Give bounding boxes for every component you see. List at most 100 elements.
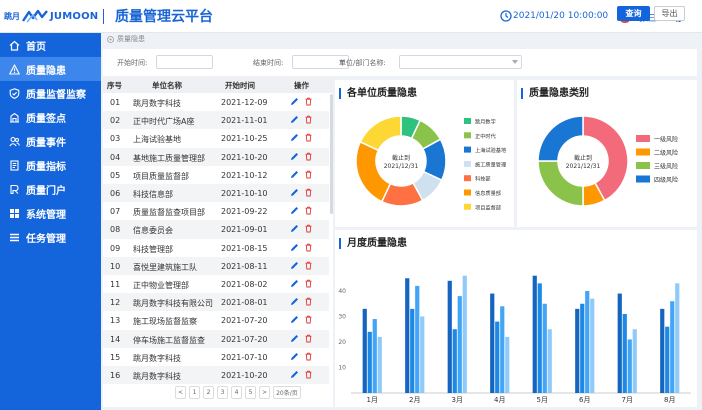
bar[interactable] bbox=[462, 275, 467, 393]
page-button[interactable]: 5 bbox=[245, 386, 257, 399]
bar[interactable] bbox=[665, 326, 670, 393]
bar[interactable] bbox=[537, 283, 542, 393]
bar[interactable] bbox=[505, 336, 510, 393]
donut-slice[interactable] bbox=[355, 140, 392, 203]
bar[interactable] bbox=[367, 331, 372, 393]
bar[interactable] bbox=[632, 329, 637, 393]
table-row[interactable]: 15 跳月数字科技 2021-07-10 bbox=[103, 348, 329, 366]
bar[interactable] bbox=[542, 303, 547, 393]
query-button[interactable]: 查询 bbox=[617, 6, 650, 21]
sidebar-item-supervision[interactable]: 质量监督监察 bbox=[0, 81, 101, 105]
edit-icon[interactable] bbox=[290, 334, 299, 343]
bar[interactable] bbox=[580, 303, 585, 393]
legend-label[interactable]: 信息质量部 bbox=[475, 189, 501, 197]
trash-icon[interactable] bbox=[304, 115, 313, 124]
table-row[interactable]: 13 施工现场监督监察 2021-07-20 bbox=[103, 311, 329, 329]
legend-label[interactable]: 三级风险 bbox=[654, 163, 678, 171]
trash-icon[interactable] bbox=[304, 334, 313, 343]
bar[interactable] bbox=[372, 319, 377, 393]
sidebar-item-tasks[interactable]: 任务管理 bbox=[0, 225, 101, 249]
page-button[interactable]: > bbox=[259, 386, 271, 399]
trash-icon[interactable] bbox=[304, 224, 313, 233]
edit-icon[interactable] bbox=[290, 188, 299, 197]
table-row[interactable]: 03 上海试验基地 2021-10-25 bbox=[103, 129, 329, 147]
bar[interactable] bbox=[590, 298, 595, 393]
trash-icon[interactable] bbox=[304, 279, 313, 288]
legend-label[interactable]: 上海试验基地 bbox=[475, 146, 506, 154]
bar[interactable] bbox=[585, 291, 590, 393]
legend-label[interactable]: 跳月数字 bbox=[475, 118, 496, 126]
sidebar-item-indicators[interactable]: 质量指标 bbox=[0, 153, 101, 177]
table-row[interactable]: 01 跳月数字科技 2021-12-09 bbox=[103, 93, 329, 111]
trash-icon[interactable] bbox=[304, 243, 313, 252]
edit-icon[interactable] bbox=[290, 224, 299, 233]
edit-icon[interactable] bbox=[290, 243, 299, 252]
bar[interactable] bbox=[420, 316, 425, 394]
trash-icon[interactable] bbox=[304, 261, 313, 270]
start-time-input[interactable] bbox=[156, 55, 213, 69]
table-row[interactable]: 04 基地施工质量管理部 2021-10-20 bbox=[103, 147, 329, 166]
trash-icon[interactable] bbox=[304, 188, 313, 197]
table-row[interactable]: 08 信息委员会 2021-09-01 bbox=[103, 220, 329, 239]
bar[interactable] bbox=[362, 308, 367, 393]
bar[interactable] bbox=[377, 336, 382, 393]
legend-label[interactable]: 四级风险 bbox=[654, 176, 678, 184]
dept-select[interactable] bbox=[399, 55, 522, 69]
bar[interactable] bbox=[575, 308, 580, 393]
edit-icon[interactable] bbox=[290, 97, 299, 106]
legend-label[interactable]: 科技部 bbox=[475, 175, 491, 183]
trash-icon[interactable] bbox=[304, 206, 313, 215]
bar[interactable] bbox=[617, 293, 622, 393]
table-row[interactable]: 14 停车场施工监督监查 2021-07-20 bbox=[103, 329, 329, 348]
bar[interactable] bbox=[532, 275, 537, 393]
sidebar-item-checkpoint[interactable]: 质量签点 bbox=[0, 105, 101, 129]
bar[interactable] bbox=[547, 329, 552, 393]
legend-label[interactable]: 正中时代 bbox=[475, 132, 497, 140]
table-row[interactable]: 12 跳月数字科技有限公司 2021-08-01 bbox=[103, 293, 329, 312]
sidebar-item-system[interactable]: 系统管理 bbox=[0, 201, 101, 225]
edit-icon[interactable] bbox=[290, 315, 299, 324]
page-button[interactable]: 2 bbox=[203, 386, 215, 399]
bar[interactable] bbox=[410, 308, 415, 393]
sidebar-item-portal[interactable]: 质量门户 bbox=[0, 177, 101, 201]
table-row[interactable]: 02 正中时代广场A座 2021-11-01 bbox=[103, 111, 329, 130]
bar[interactable] bbox=[447, 280, 452, 393]
edit-icon[interactable] bbox=[290, 297, 299, 306]
trash-icon[interactable] bbox=[304, 352, 313, 361]
edit-icon[interactable] bbox=[290, 279, 299, 288]
trash-icon[interactable] bbox=[304, 133, 313, 142]
trash-icon[interactable] bbox=[304, 170, 313, 179]
trash-icon[interactable] bbox=[304, 152, 313, 161]
breadcrumb-current[interactable]: 质量隐患 bbox=[117, 34, 145, 44]
table-row[interactable]: 11 正中物业管理部 2021-08-02 bbox=[103, 275, 329, 293]
page-button[interactable]: 1 bbox=[189, 386, 201, 399]
table-row[interactable]: 07 质量监督监查项目部 2021-09-22 bbox=[103, 202, 329, 220]
bar[interactable] bbox=[415, 285, 420, 393]
page-button[interactable]: 20条/页 bbox=[273, 386, 301, 399]
trash-icon[interactable] bbox=[304, 370, 313, 379]
edit-icon[interactable] bbox=[290, 206, 299, 215]
bar[interactable] bbox=[457, 296, 462, 393]
table-row[interactable]: 05 项目质量监督部 2021-10-12 bbox=[103, 166, 329, 184]
donut-slice[interactable] bbox=[359, 115, 402, 152]
trash-icon[interactable] bbox=[304, 97, 313, 106]
bar[interactable] bbox=[675, 283, 680, 393]
edit-icon[interactable] bbox=[290, 133, 299, 142]
bar[interactable] bbox=[500, 306, 505, 393]
bar[interactable] bbox=[452, 329, 457, 393]
page-button[interactable]: 4 bbox=[231, 386, 243, 399]
trash-icon[interactable] bbox=[304, 315, 313, 324]
edit-icon[interactable] bbox=[290, 152, 299, 161]
edit-icon[interactable] bbox=[290, 261, 299, 270]
legend-label[interactable]: 施工质量管理 bbox=[475, 160, 507, 168]
bar[interactable] bbox=[660, 308, 665, 393]
table-row[interactable]: 16 跳月数字科技 2021-10-20 bbox=[103, 366, 329, 385]
page-button[interactable]: 3 bbox=[217, 386, 229, 399]
sidebar-item-home[interactable]: 首页 bbox=[0, 33, 101, 57]
sidebar-item-events[interactable]: 质量事件 bbox=[0, 129, 101, 153]
bar[interactable] bbox=[495, 321, 500, 393]
edit-icon[interactable] bbox=[290, 170, 299, 179]
table-row[interactable]: 06 科技信息部 2021-10-10 bbox=[103, 184, 329, 203]
bar[interactable] bbox=[622, 313, 627, 393]
legend-label[interactable]: 项目监督部 bbox=[475, 203, 501, 211]
